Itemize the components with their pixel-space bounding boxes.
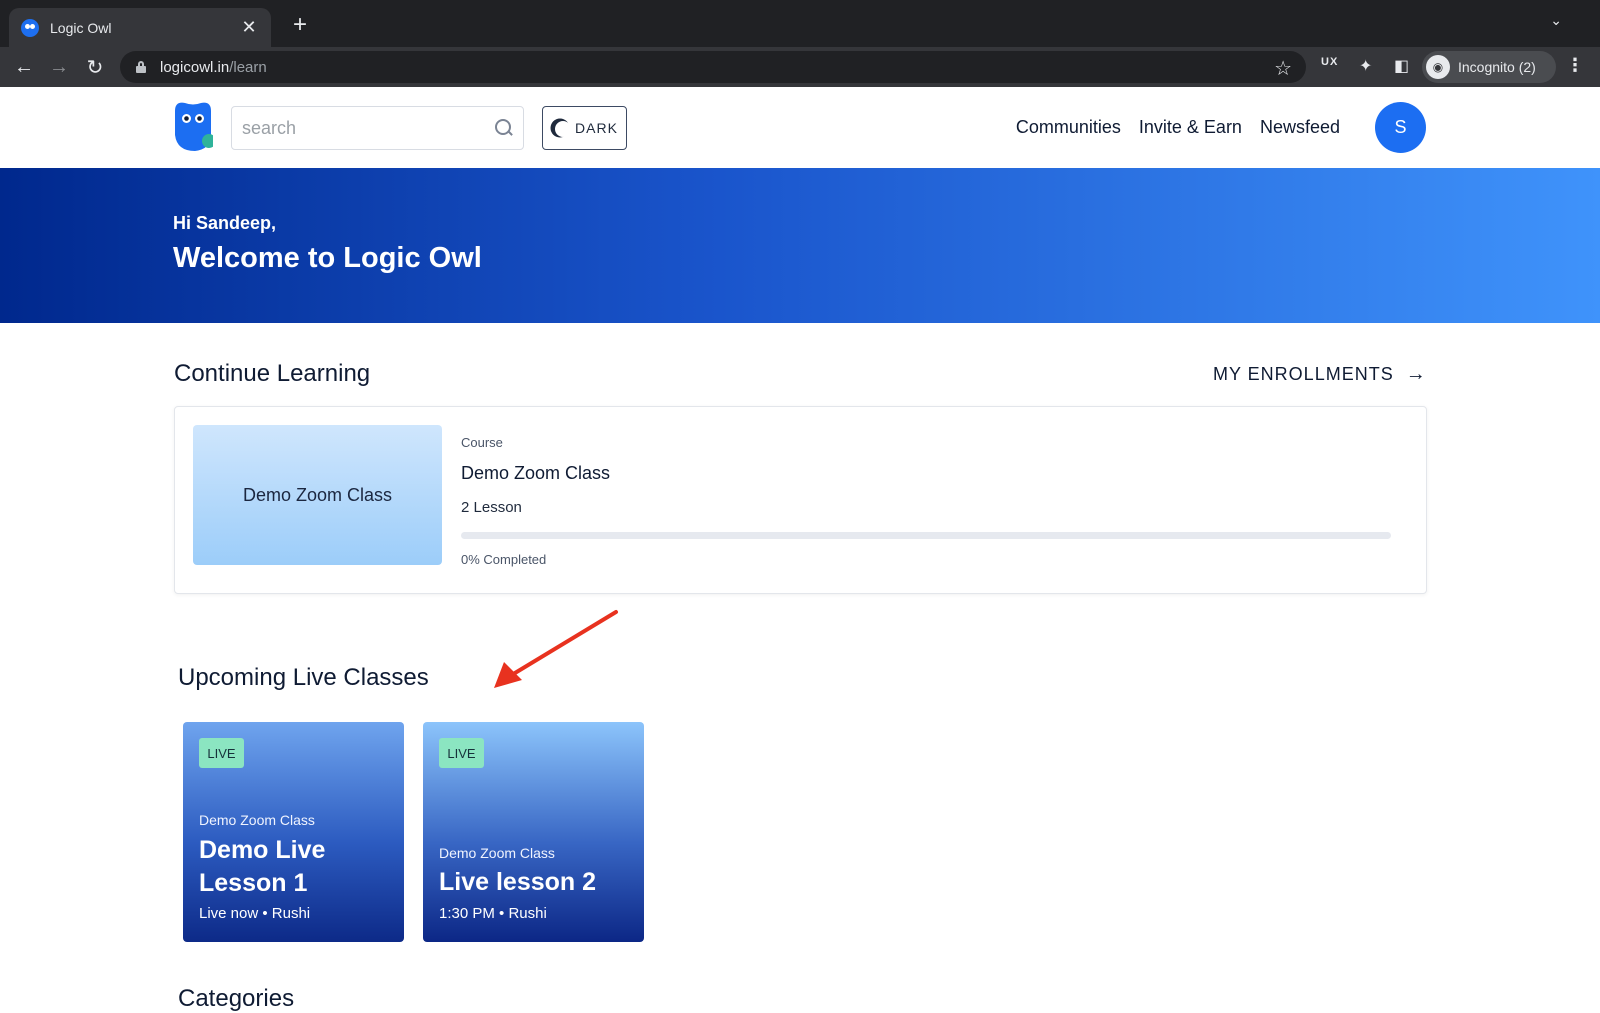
greeting-text: Hi Sandeep,	[173, 213, 277, 233]
live-class-course: Demo Zoom Class	[199, 812, 315, 828]
continue-learning-heading: Continue Learning	[174, 360, 371, 387]
welcome-banner: Hi Sandeep, Welcome to Logic Owl	[0, 168, 1600, 323]
live-badge: LIVE	[199, 738, 244, 768]
forward-arrow-icon[interactable]: →	[45, 53, 73, 81]
address-bar[interactable]: logicowl.in/learn ☆	[120, 51, 1306, 83]
categories-heading: Categories	[178, 985, 295, 1012]
live-class-meta: 1:30 PM • Rushi	[439, 905, 547, 922]
live-class-meta: Live now • Rushi	[199, 905, 311, 922]
lock-icon[interactable]	[136, 61, 146, 73]
extensions-puzzle-icon[interactable]: ✦	[1359, 56, 1372, 76]
annotation-arrow-icon	[494, 610, 618, 688]
url-path: /learn	[229, 58, 267, 76]
close-tab-icon[interactable]: ✕	[239, 17, 259, 38]
live-class-card[interactable]: LIVE Demo Zoom Class Demo Live Lesson 1 …	[183, 722, 404, 942]
dark-mode-label: DARK	[575, 120, 618, 136]
course-title[interactable]: Demo Zoom Class	[461, 463, 610, 484]
course-thumbnail[interactable]: Demo Zoom Class	[193, 425, 442, 565]
live-badge: LIVE	[439, 738, 484, 768]
my-enrollments-label: MY ENROLLMENTS	[1213, 364, 1394, 384]
logic-owl-favicon-icon	[21, 18, 39, 37]
browser-tab[interactable]: Logic Owl ✕	[9, 8, 271, 47]
side-panel-icon[interactable]: ◧	[1394, 56, 1409, 76]
url-host: logicowl.in	[160, 58, 230, 76]
upcoming-live-classes-heading: Upcoming Live Classes	[178, 664, 429, 691]
back-arrow-icon[interactable]: ←	[10, 53, 38, 81]
user-avatar[interactable]: S	[1375, 102, 1426, 153]
tab-title: Logic Owl	[50, 19, 112, 36]
browser-menu-icon[interactable]: ⋮	[1566, 55, 1584, 76]
incognito-profile-button[interactable]: ◉ Incognito (2)	[1422, 51, 1556, 83]
dark-mode-button[interactable]: DARK	[542, 106, 627, 150]
course-type-label: Course	[461, 435, 503, 450]
reload-icon[interactable]: ↻	[81, 53, 109, 81]
tab-search-chevron-icon[interactable]: ⌄	[1550, 12, 1562, 29]
live-class-course: Demo Zoom Class	[439, 845, 555, 861]
nav-communities[interactable]: Communities	[1016, 117, 1121, 138]
ux-extension-icon[interactable]: UX	[1321, 56, 1338, 68]
live-class-title: Live lesson 2	[439, 868, 597, 896]
search-input[interactable]	[242, 117, 495, 139]
new-tab-button[interactable]: +	[288, 13, 312, 37]
incognito-icon: ◉	[1426, 55, 1450, 79]
nav-newsfeed[interactable]: Newsfeed	[1260, 117, 1340, 138]
moon-icon	[555, 121, 571, 137]
course-progress-label: 0% Completed	[461, 552, 547, 567]
browser-toolbar: ← → ↻ logicowl.in/learn ☆ UX ✦ ◧ ◉ Incog…	[0, 47, 1600, 87]
course-lesson-count: 2 Lesson	[461, 499, 522, 516]
main-nav: Communities Invite & Earn Newsfeed	[1016, 87, 1340, 168]
nav-invite-earn[interactable]: Invite & Earn	[1139, 117, 1242, 138]
incognito-label: Incognito (2)	[1458, 59, 1536, 75]
welcome-title: Welcome to Logic Owl	[173, 242, 482, 274]
bookmark-star-icon[interactable]: ☆	[1274, 56, 1292, 81]
logic-owl-logo-icon[interactable]	[173, 101, 213, 153]
my-enrollments-link[interactable]: MY ENROLLMENTS →	[1213, 363, 1427, 386]
live-class-card[interactable]: LIVE Demo Zoom Class Live lesson 2 1:30 …	[423, 722, 644, 942]
course-progress-bar	[461, 532, 1391, 539]
browser-tab-bar: Logic Owl ✕ + ⌄	[0, 0, 1600, 47]
search-field[interactable]	[231, 106, 524, 150]
course-card[interactable]: Demo Zoom Class Course Demo Zoom Class 2…	[174, 406, 1427, 594]
live-class-title: Demo Live Lesson 1	[199, 836, 326, 897]
arrow-right-icon: →	[1405, 363, 1427, 385]
site-header: DARK Communities Invite & Earn Newsfeed …	[0, 87, 1600, 168]
search-icon[interactable]	[495, 119, 513, 137]
